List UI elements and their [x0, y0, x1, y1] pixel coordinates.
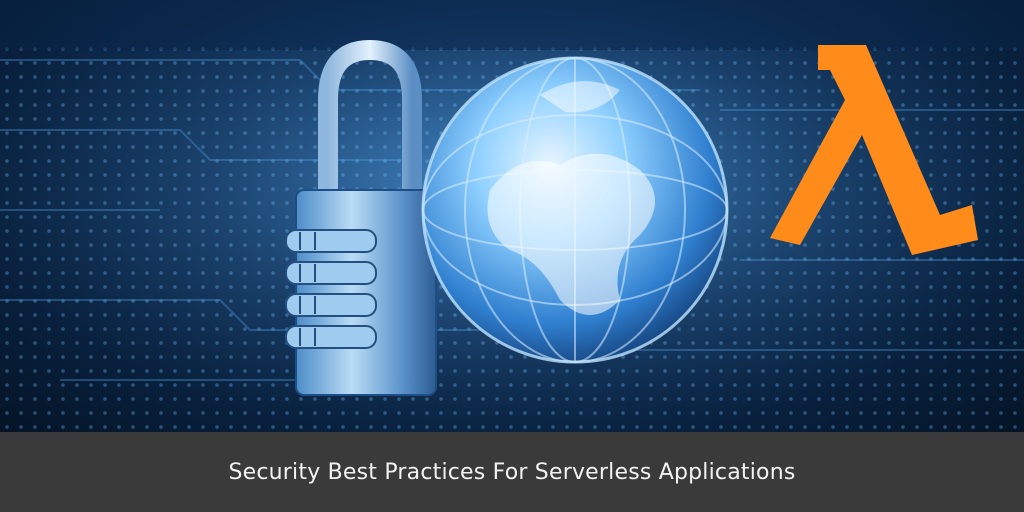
globe-icon [421, 56, 729, 364]
hero-illustration [0, 0, 1024, 432]
caption-title: Security Best Practices For Serverless A… [228, 459, 796, 485]
caption-bar: Security Best Practices For Serverless A… [0, 432, 1024, 512]
hero-image [0, 0, 1024, 432]
